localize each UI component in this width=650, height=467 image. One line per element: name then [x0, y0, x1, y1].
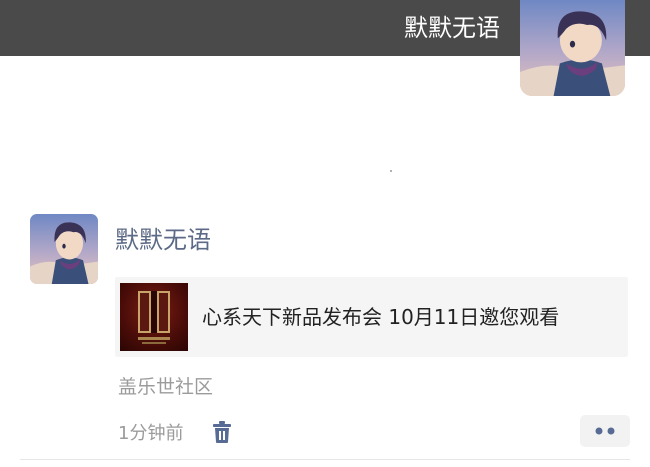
shared-link-card[interactable]: 心系天下新品发布会 10月11日邀您观看 — [115, 277, 628, 357]
post-author-name[interactable]: 默默无语 — [115, 224, 211, 256]
more-dots-icon — [595, 427, 615, 435]
divider — [20, 459, 630, 460]
link-title: 心系天下新品发布会 10月11日邀您观看 — [202, 305, 560, 329]
more-button[interactable] — [580, 415, 630, 447]
trash-icon[interactable] — [211, 420, 233, 444]
topbar-username: 默默无语 — [404, 14, 500, 42]
user-avatar-icon — [30, 222, 98, 284]
post-author-avatar[interactable] — [30, 214, 98, 284]
profile-avatar[interactable] — [520, 0, 625, 96]
post-timestamp: 1分钟前 — [118, 423, 184, 444]
user-avatar-icon — [520, 11, 625, 96]
event-poster-thumbnail — [138, 291, 170, 344]
link-thumbnail — [120, 283, 188, 351]
separator-dot — [390, 170, 392, 172]
source-label[interactable]: 盖乐世社区 — [118, 374, 213, 400]
